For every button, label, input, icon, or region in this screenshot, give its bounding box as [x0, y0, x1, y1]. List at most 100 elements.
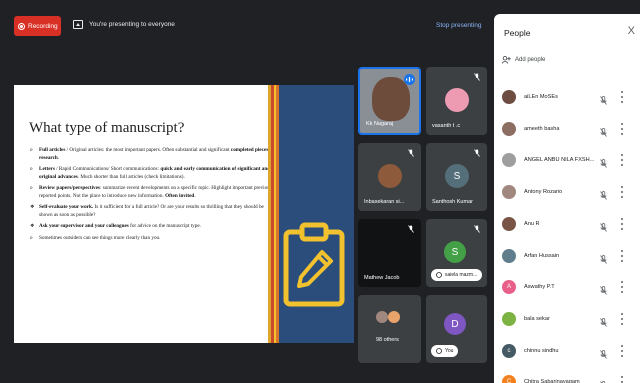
mic-off-icon[interactable] — [600, 155, 607, 173]
name-pill: You — [431, 345, 459, 357]
tile-vasanth[interactable]: vasanth t .c — [426, 67, 487, 135]
bullet-mark: o — [30, 186, 33, 192]
people-panel: People X Add people aiLEn MoSEs ameeth ba… — [494, 14, 640, 383]
participant-avatar — [502, 90, 516, 104]
recording-badge[interactable]: Recording — [14, 16, 61, 36]
participant-name: Antony Rozario — [524, 189, 563, 196]
add-person-icon — [502, 56, 511, 64]
participant-avatar — [502, 248, 516, 263]
bullet-plain-text: . Much shorter than full articles (check… — [77, 173, 185, 180]
mic-off-icon[interactable] — [600, 219, 607, 237]
saiela-avatar: S — [444, 241, 466, 263]
participant-row[interactable]: ANGEL ANBU NILA FXSH... — [502, 150, 636, 170]
participant-name: ameeth basha — [524, 125, 560, 132]
tile-mathew[interactable]: Mathew Jacob — [358, 219, 421, 287]
mic-off-icon[interactable] — [600, 282, 607, 300]
mic-off-icon[interactable] — [600, 377, 607, 383]
bullet-plain-text: . — [57, 154, 60, 161]
tile-name: Kk Nagaraj — [366, 121, 394, 127]
more-options-icon[interactable] — [620, 312, 623, 325]
pin-icon — [436, 348, 442, 354]
close-panel-button[interactable]: X — [628, 25, 635, 37]
bullet-text: Sometimes outsiders can see things more … — [39, 235, 160, 243]
bullet-bold-text: Review papers/perspectives — [39, 185, 100, 192]
participant-name: ANGEL ANBU NILA FXSH... — [524, 157, 595, 164]
participant-avatar: A — [502, 280, 516, 295]
participant-name: Chitra Sabarinayagam — [524, 379, 580, 383]
presenting-banner: You're presenting to everyone — [73, 20, 175, 29]
mic-off-icon — [474, 225, 480, 233]
name-pill: saiela mazm... — [431, 269, 483, 281]
slide-bullet: o Sometimes outsiders can see things more… — [30, 235, 276, 243]
shared-slide: What type of manuscript? o Full articles … — [14, 85, 354, 343]
tile-name: You — [445, 348, 454, 354]
slide-stripes — [268, 85, 279, 343]
participant-row[interactable]: aiLEn MoSEs — [502, 87, 636, 107]
more-options-icon[interactable] — [620, 91, 623, 103]
add-people-button[interactable]: Add people — [502, 56, 545, 64]
participant-row[interactable]: c chinnu sindhu — [502, 341, 636, 361]
bullet-text: Letters / Rapid Communications/ Short co… — [39, 166, 276, 181]
participant-row[interactable]: A Aswathy P.T — [502, 277, 636, 297]
clipboard-pencil-icon — [283, 222, 345, 307]
participant-avatar — [388, 311, 400, 323]
participant-avatar: C — [502, 375, 516, 383]
tile-inbasekaran[interactable]: Inbasekaran si... — [358, 143, 421, 211]
tile-name: vasanth t .c — [432, 123, 461, 129]
bullet-plain-text: / Rapid Communications/ Short communicat… — [54, 166, 161, 173]
santhosh-avatar: S — [445, 164, 469, 188]
stop-presenting-button[interactable]: Stop presenting — [436, 22, 482, 29]
bullet-text: Full articles / Original articles: the m… — [39, 147, 276, 162]
mic-off-icon[interactable] — [600, 251, 607, 269]
participant-row[interactable]: Anu R — [502, 214, 636, 234]
participant-row[interactable]: Arfan Hussain — [502, 246, 636, 266]
mic-off-icon[interactable] — [600, 314, 607, 332]
tile-name: Santhosh Kumar — [432, 199, 473, 205]
participant-avatar: c — [502, 343, 516, 358]
people-title: People — [504, 28, 531, 38]
participant-row[interactable]: C Chitra Sabarinayagam — [502, 372, 636, 383]
bullet-bold-text: Letters — [39, 166, 55, 173]
participant-row[interactable]: Antony Rozario — [502, 182, 636, 202]
tile-name: saiela mazm... — [445, 272, 478, 278]
presenting-text: You're presenting to everyone — [89, 21, 175, 28]
more-options-icon[interactable] — [620, 186, 623, 199]
mic-off-icon[interactable] — [600, 346, 607, 364]
more-options-icon[interactable] — [620, 344, 623, 357]
bullet-mark: o — [30, 235, 33, 241]
tile-others[interactable]: 98 others — [358, 295, 421, 363]
bullet-bold-text: Self-evaluate your work. — [39, 204, 94, 211]
participant-photo — [372, 77, 410, 121]
more-options-icon[interactable] — [620, 217, 623, 230]
mic-off-icon[interactable] — [600, 187, 607, 205]
more-options-icon[interactable] — [620, 122, 623, 135]
participant-row[interactable]: ameeth basha — [502, 119, 636, 139]
slide-bullets: o Full articles / Original articles: the … — [30, 147, 276, 246]
participant-row[interactable]: bala sekar — [502, 309, 636, 329]
record-icon — [18, 22, 25, 30]
tile-you[interactable]: D You — [426, 295, 487, 363]
participant-name: Arfan Hussain — [524, 252, 560, 259]
participant-name: chinnu sindhu — [524, 347, 559, 354]
slide-bullet: o Letters / Rapid Communications/ Short c… — [30, 166, 276, 181]
more-options-icon[interactable] — [620, 376, 623, 383]
more-options-icon[interactable] — [620, 281, 623, 294]
mic-off-icon[interactable] — [600, 124, 607, 142]
mic-off-icon — [408, 149, 414, 157]
tile-santhosh[interactable]: S Santhosh Kumar — [426, 143, 487, 211]
participant-avatar — [502, 311, 516, 326]
participant-name: Anu R — [524, 220, 540, 227]
tile-nagaraj[interactable]: Kk Nagaraj — [358, 67, 421, 135]
more-options-icon[interactable] — [620, 154, 623, 167]
participant-avatar — [502, 121, 516, 136]
mic-off-icon — [408, 225, 414, 233]
bullet-mark: o — [30, 148, 33, 153]
bullet-bold-text: Often invited — [165, 192, 195, 199]
more-options-icon[interactable] — [620, 249, 623, 262]
mic-off-icon[interactable] — [600, 92, 607, 110]
tile-saiela[interactable]: S saiela mazm... — [426, 219, 487, 287]
tile-name: Inbasekaran si... — [364, 199, 405, 205]
slide-bullet: o Review papers/perspectives: summarize r… — [30, 185, 276, 200]
participant-name: bala sekar — [524, 315, 550, 322]
bullet-plain-text: / Original articles: the most important … — [65, 147, 231, 153]
